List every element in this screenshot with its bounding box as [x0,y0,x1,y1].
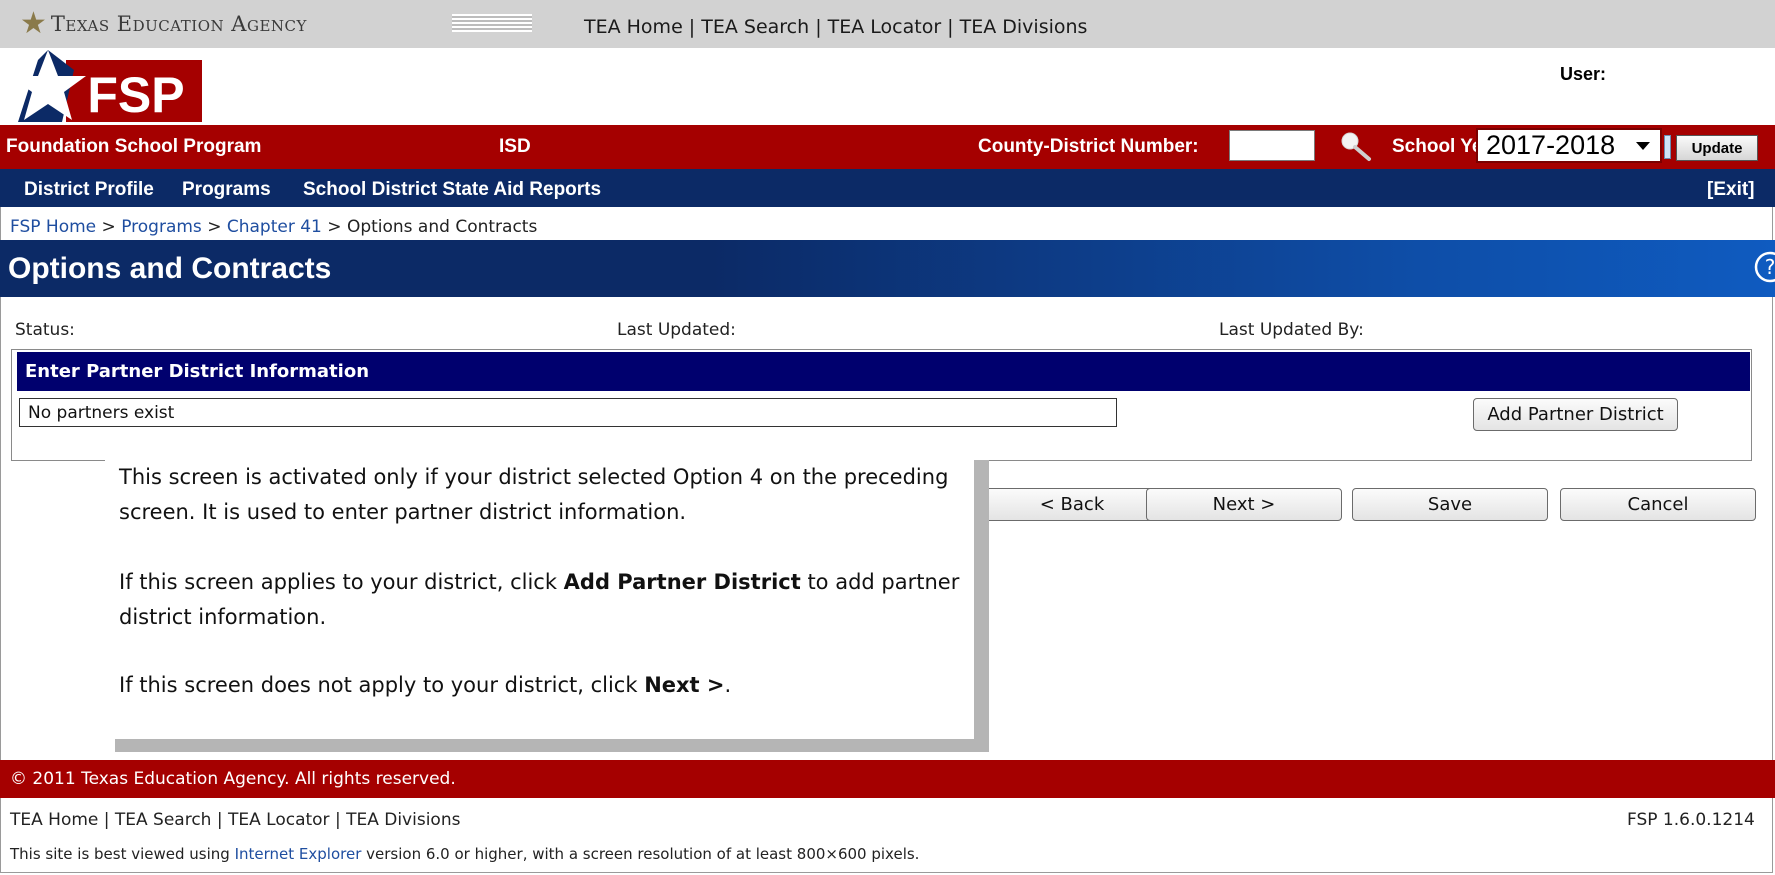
page-title-bar: Options and Contracts ? [0,240,1775,297]
search-icon[interactable] [1336,130,1376,164]
fsp-logo[interactable]: FSP [8,50,214,124]
callout-paragraph-2: If this screen applies to your district,… [119,570,960,629]
tea-agency-name: Texas Education Agency [50,12,307,36]
breadcrumb-fsp-home[interactable]: FSP Home [10,217,96,237]
nav-item-district-profile[interactable]: District Profile [24,179,154,201]
help-icon[interactable]: ? [1753,250,1775,284]
nav-item-programs[interactable]: Programs [182,179,271,201]
county-district-label: County-District Number: [978,136,1199,157]
callout-paragraph-3: If this screen does not apply to your di… [119,673,732,697]
tea-logo[interactable]: ★ Texas Education Agency [20,8,307,40]
status-label: Status: [15,320,75,340]
breadcrumb-separator: > [201,217,227,237]
breadcrumb-programs[interactable]: Programs [121,217,202,237]
no-partners-text: No partners exist [28,402,175,423]
school-year-dropdown-handle[interactable] [1664,135,1671,159]
partner-list: No partners exist [19,398,1117,427]
copyright-text: © 2011 Texas Education Agency. All right… [10,769,456,789]
tea-logo-stripes [452,14,532,32]
last-updated-by-label: Last Updated By: [1219,320,1364,340]
instruction-callout: This screen is activated only if your di… [105,450,974,739]
add-partner-district-button[interactable]: Add Partner District [1473,398,1678,431]
breadcrumb-current: Options and Contracts [346,217,538,237]
nav-item-state-aid-reports[interactable]: School District State Aid Reports [303,179,601,201]
save-button[interactable]: Save [1352,488,1548,521]
internet-explorer-link[interactable]: Internet Explorer [235,845,362,863]
county-district-input[interactable] [1229,130,1315,161]
breadcrumb-chapter-41[interactable]: Chapter 41 [227,217,322,237]
logo-band [0,48,1775,125]
main-nav-bar: District Profile Programs School Distric… [0,169,1775,207]
fsp-logo-text: FSP [87,67,184,123]
user-label: User: [1560,64,1607,84]
last-updated-label: Last Updated: [617,320,736,340]
back-button[interactable]: < Back [973,488,1171,521]
footer-bar: © 2011 Texas Education Agency. All right… [0,760,1775,798]
tea-top-links[interactable]: TEA Home | TEA Search | TEA Locator | TE… [584,16,1087,38]
breadcrumb-separator: > [96,217,122,237]
breadcrumb-separator: > [321,217,347,237]
school-year-value: 2017-2018 [1486,130,1616,160]
tea-top-bar: ★ Texas Education Agency TEA Home | TEA … [0,0,1775,49]
browser-note: This site is best viewed using Internet … [10,845,920,863]
partner-panel-header: Enter Partner District Information [17,352,1750,391]
chevron-down-icon [1636,141,1650,150]
update-button[interactable]: Update [1676,135,1758,161]
callout-paragraph-1: This screen is activated only if your di… [119,465,949,524]
program-header-bar: Foundation School Program ISD County-Dis… [0,125,1775,169]
breadcrumb: FSP Home > Programs > Chapter 41 > Optio… [10,217,537,237]
next-button[interactable]: Next > [1146,488,1342,521]
page-title: Options and Contracts [8,252,332,285]
footer-links[interactable]: TEA Home | TEA Search | TEA Locator | TE… [10,810,460,830]
school-year-select[interactable]: 2017-2018 [1476,128,1662,163]
school-year-label: School Ye [1392,136,1483,157]
star-icon: ★ [20,6,47,41]
cancel-button[interactable]: Cancel [1560,488,1756,521]
partner-panel-title: Enter Partner District Information [25,361,370,382]
version-text: FSP 1.6.0.1214 [1627,810,1755,830]
exit-link[interactable]: [Exit] [1707,179,1755,201]
svg-text:?: ? [1765,255,1775,279]
district-name: ISD [499,136,531,157]
program-name: Foundation School Program [6,136,262,157]
